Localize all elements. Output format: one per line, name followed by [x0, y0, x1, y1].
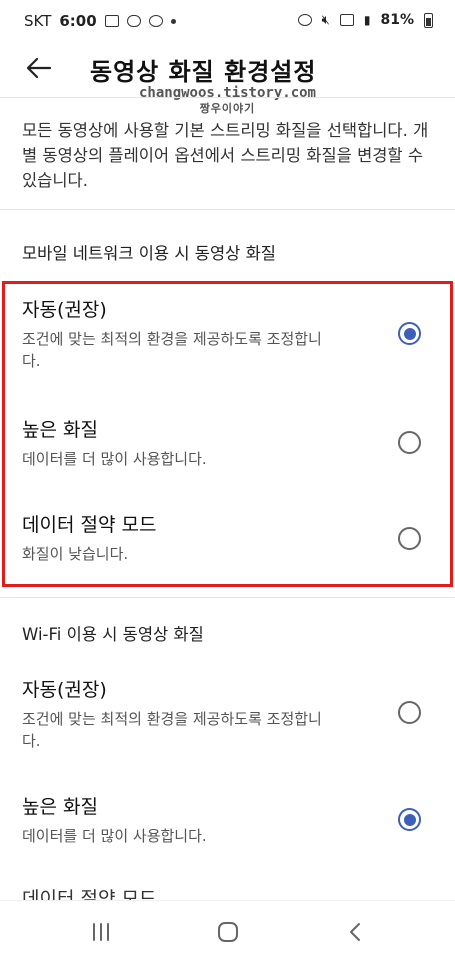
wifi-option-saver-title[interactable]: 데이터 절약 모드	[22, 887, 156, 900]
watermark-url: changwoos.tistory.com	[138, 85, 316, 101]
wifi-radio-auto[interactable]	[398, 701, 421, 724]
option-desc: 화질이 낮습니다.	[22, 545, 129, 563]
back-nav-icon[interactable]	[340, 917, 370, 947]
battery-icon	[424, 12, 433, 28]
more-dot-icon	[170, 18, 176, 24]
alarm-icon	[297, 14, 312, 26]
mobile-radio-saver[interactable]	[398, 527, 421, 550]
wifi-option-auto[interactable]: 자동(권장) 조건에 맞는 최적의 환경을 제공하도록 조정합니다.	[22, 678, 432, 752]
mobile-option-high[interactable]: 높은 화질 데이터를 더 많이 사용합니다.	[22, 418, 432, 470]
mobile-radio-auto[interactable]	[398, 322, 421, 345]
mobile-section-label: 모바일 네트워크 이용 시 동영상 화질	[22, 244, 276, 263]
system-nav-bar	[0, 900, 455, 961]
option-desc: 데이터를 더 많이 사용합니다.	[22, 450, 207, 468]
battery-label: 81%	[380, 12, 414, 28]
option-title: 자동(권장)	[22, 299, 107, 321]
option-desc: 데이터를 더 많이 사용합니다.	[22, 827, 207, 845]
mobile-option-saver[interactable]: 데이터 절약 모드 화질이 낮습니다.	[22, 513, 432, 565]
home-icon[interactable]	[213, 917, 243, 947]
time-label: 6:00	[59, 12, 97, 30]
status-bar: SKT 6:00 🔇︎ ▮ 81%	[0, 0, 455, 44]
option-title: 데이터 절약 모드	[22, 514, 157, 536]
back-arrow-icon[interactable]	[24, 54, 52, 82]
header-divider	[0, 97, 455, 98]
option-title: 높은 화질	[22, 796, 98, 818]
wifi-option-high[interactable]: 높은 화질 데이터를 더 많이 사용합니다.	[22, 795, 432, 847]
wifi-section-label: Wi-Fi 이용 시 동영상 화질	[22, 625, 204, 644]
wifi-icon	[339, 14, 354, 26]
mobile-radio-high[interactable]	[398, 431, 421, 454]
watermark-sub: 짱우이야기	[199, 102, 256, 115]
carrier-label: SKT	[24, 12, 52, 30]
option-desc: 조건에 맞는 최적의 환경을 제공하도록 조정합니다.	[22, 330, 322, 370]
wifi-radio-high[interactable]	[398, 808, 421, 831]
signal-icon: ▮	[363, 13, 371, 27]
section-divider	[0, 597, 455, 598]
page-title: 동영상 화질 환경설정	[90, 58, 317, 86]
watermark: changwoos.tistory.com 짱우이야기	[0, 86, 455, 116]
description-text: 모든 동영상에 사용할 기본 스트리밍 화질을 선택합니다. 개별 동영상의 플…	[22, 121, 429, 190]
option-title: 높은 화질	[22, 419, 98, 441]
option-title: 자동(권장)	[22, 679, 107, 701]
option-desc: 조건에 맞는 최적의 환경을 제공하도록 조정합니다.	[22, 710, 322, 750]
notification-icon	[148, 15, 163, 27]
gallery-icon	[104, 15, 119, 27]
section-divider	[0, 209, 455, 210]
chat-icon	[126, 15, 141, 27]
mute-icon: 🔇︎	[321, 12, 330, 28]
recent-apps-icon[interactable]	[86, 917, 116, 947]
mobile-option-auto[interactable]: 자동(권장) 조건에 맞는 최적의 환경을 제공하도록 조정합니다.	[22, 298, 432, 372]
